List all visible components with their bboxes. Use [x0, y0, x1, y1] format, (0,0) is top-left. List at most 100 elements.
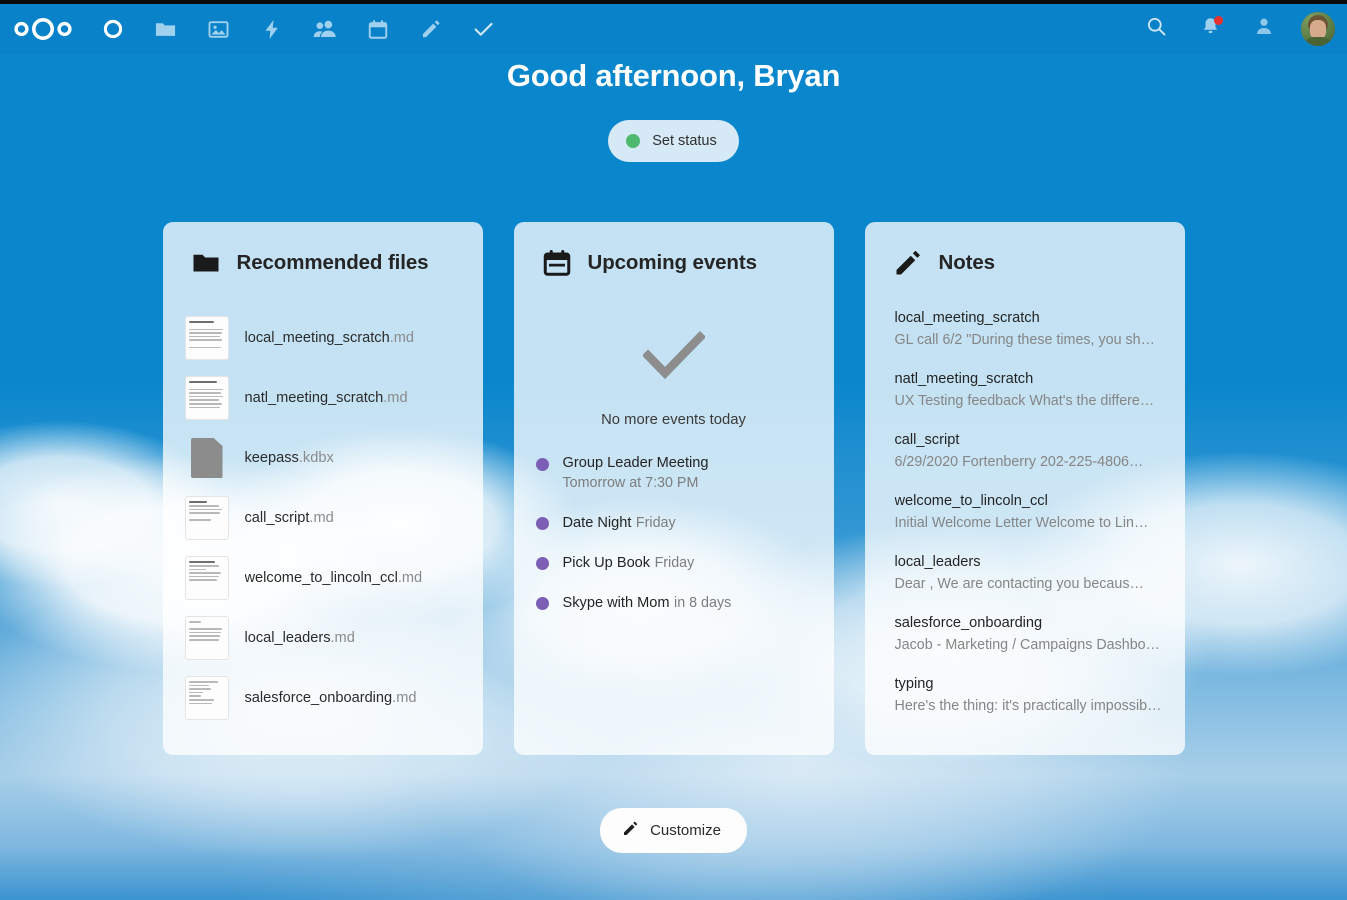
list-item[interactable]: welcome_to_lincoln_ccl Initial Welcome L…	[865, 491, 1185, 534]
event-time: in 8 days	[674, 595, 732, 611]
notifications-button[interactable]	[1193, 12, 1227, 46]
widget-title: Upcoming events	[587, 251, 757, 274]
folder-icon	[191, 248, 221, 278]
file-preview-thumbnail	[184, 616, 229, 660]
checkmark-icon	[642, 324, 705, 386]
file-name: local_leaders.md	[244, 630, 355, 646]
list-item[interactable]: Date Night Friday	[514, 513, 834, 534]
widget-header-recommended-files: Recommended files	[163, 248, 483, 278]
notification-badge	[1214, 16, 1223, 25]
widget-upcoming-events: Upcoming events No more events today Gro…	[513, 222, 834, 755]
image-icon	[207, 18, 230, 41]
file-preview-thumbnail	[184, 496, 229, 540]
note-snippet: Here's the thing: it's practically impos…	[894, 698, 1162, 714]
event-title: Date Night	[562, 515, 632, 531]
list-item[interactable]: local_leaders.md	[163, 608, 483, 668]
event-title: Skype with Mom	[562, 595, 670, 611]
event-time: Friday	[654, 555, 695, 571]
note-snippet: UX Testing feedback What's the differe…	[894, 393, 1155, 409]
list-item[interactable]: salesforce_onboarding Jacob - Marketing …	[865, 613, 1185, 656]
people-icon	[313, 18, 337, 40]
search-icon	[1146, 16, 1167, 42]
calendar-icon	[542, 248, 572, 278]
status-online-dot	[626, 134, 641, 148]
generic-file-icon	[185, 436, 229, 480]
customize-area: Customize	[0, 808, 1347, 853]
list-item[interactable]: Skype with Mom in 8 days	[514, 593, 834, 614]
event-title: Pick Up Book	[562, 555, 651, 571]
list-item[interactable]: local_leaders Dear , We are contacting y…	[865, 552, 1185, 595]
top-navigation-bar	[0, 4, 1347, 54]
pencil-icon	[420, 18, 442, 40]
avatar[interactable]	[1301, 12, 1335, 46]
lightning-bolt-icon	[261, 18, 283, 41]
event-color-dot	[535, 557, 549, 570]
file-name: keepass.kdbx	[244, 450, 334, 466]
events-empty-state: No more events today	[514, 308, 834, 454]
event-color-dot	[535, 597, 549, 610]
widget-header-upcoming-events: Upcoming events	[514, 248, 834, 278]
event-time: Tomorrow at 7:30 PM	[562, 475, 699, 491]
nextcloud-logo[interactable]	[0, 18, 86, 40]
list-item[interactable]: typing Here's the thing: it's practicall…	[865, 674, 1185, 717]
note-title: local_meeting_scratch	[894, 310, 1040, 326]
list-item[interactable]: Pick Up Book Friday	[514, 553, 834, 574]
file-preview-thumbnail	[184, 556, 229, 600]
circle-outline-icon	[102, 18, 124, 40]
list-item[interactable]: call_script 6/29/2020 Fortenberry 202-22…	[865, 430, 1185, 473]
dashboard-widgets: Recommended files local_meeting_scratch.…	[0, 222, 1347, 755]
avatar-body	[1304, 37, 1332, 46]
nav-item-contacts[interactable]	[298, 4, 351, 54]
event-time: Friday	[635, 515, 676, 531]
nav-item-files[interactable]	[139, 4, 192, 54]
note-title: welcome_to_lincoln_ccl	[894, 493, 1048, 509]
file-preview-thumbnail	[184, 316, 229, 360]
file-name: salesforce_onboarding.md	[244, 690, 417, 706]
customize-label: Customize	[650, 822, 721, 839]
recommended-files-list: local_meeting_scratch.md natl_meeting_sc…	[163, 308, 483, 728]
list-item[interactable]: welcome_to_lincoln_ccl.md	[163, 548, 483, 608]
status-area: Set status	[0, 120, 1347, 162]
set-status-label: Set status	[652, 133, 717, 149]
widget-recommended-files: Recommended files local_meeting_scratch.…	[162, 222, 483, 755]
nav-item-calendar[interactable]	[351, 4, 404, 54]
note-snippet: GL call 6/2 "During these times, you sh…	[894, 332, 1155, 348]
nav-item-photos[interactable]	[192, 4, 245, 54]
event-color-dot	[535, 517, 549, 530]
contacts-menu-button[interactable]	[1247, 12, 1281, 46]
page-title: Good afternoon, Bryan	[506, 58, 841, 93]
folder-icon	[154, 18, 177, 41]
file-preview-thumbnail	[184, 376, 229, 420]
search-button[interactable]	[1139, 12, 1173, 46]
nav-utility-list	[1139, 4, 1335, 54]
notes-list: local_meeting_scratch GL call 6/2 "Durin…	[865, 308, 1185, 717]
file-preview-thumbnail	[184, 676, 229, 720]
nav-item-dashboard[interactable]	[86, 4, 139, 54]
nav-item-activity[interactable]	[245, 4, 298, 54]
list-item[interactable]: salesforce_onboarding.md	[163, 668, 483, 728]
event-color-dot	[535, 458, 549, 471]
list-item[interactable]: local_meeting_scratch GL call 6/2 "Durin…	[865, 308, 1185, 351]
pencil-icon	[622, 820, 639, 841]
list-item[interactable]: local_meeting_scratch.md	[163, 308, 483, 368]
calendar-icon	[367, 18, 389, 41]
checkmark-icon	[472, 18, 495, 40]
note-title: typing	[894, 676, 934, 692]
nav-item-tasks[interactable]	[457, 4, 510, 54]
note-title: natl_meeting_scratch	[894, 371, 1034, 387]
list-item[interactable]: keepass.kdbx	[163, 428, 483, 488]
set-status-button[interactable]: Set status	[608, 120, 739, 162]
list-item[interactable]: natl_meeting_scratch UX Testing feedback…	[865, 369, 1185, 412]
note-snippet: Dear , We are contacting you becaus…	[894, 576, 1144, 592]
widget-header-notes: Notes	[865, 248, 1185, 278]
note-title: call_script	[894, 432, 960, 448]
file-name: natl_meeting_scratch.md	[244, 390, 408, 406]
list-item[interactable]: natl_meeting_scratch.md	[163, 368, 483, 428]
widget-title: Recommended files	[236, 251, 429, 274]
widget-notes: Notes local_meeting_scratch GL call 6/2 …	[864, 222, 1185, 755]
customize-button[interactable]: Customize	[600, 808, 747, 853]
list-item[interactable]: Group Leader Meeting Tomorrow at 7:30 PM	[514, 454, 834, 494]
list-item[interactable]: call_script.md	[163, 488, 483, 548]
nav-item-notes[interactable]	[404, 4, 457, 54]
upcoming-events-list: Group Leader Meeting Tomorrow at 7:30 PM…	[514, 454, 834, 614]
